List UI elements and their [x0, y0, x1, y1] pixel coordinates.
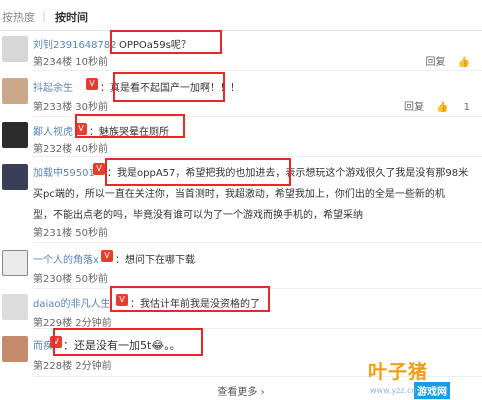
username[interactable]: daiao的非凡人生: [33, 295, 111, 310]
highlight-box: [113, 72, 225, 102]
comment-meta: 第232楼 40秒前: [33, 140, 108, 155]
avatar[interactable]: [2, 250, 28, 276]
watermark-url: www.yzz.cn: [370, 386, 417, 395]
avatar[interactable]: [2, 336, 28, 362]
avatar[interactable]: [2, 36, 28, 62]
comment-item: 抖起余生 V ：真是看不起国产一加啊！！！ 第233楼 30秒前 回复 👍 1: [0, 72, 482, 118]
highlight-box: [75, 114, 185, 138]
sort-separator: |: [42, 9, 46, 22]
floor-number: 第231楼: [33, 228, 73, 239]
sort-by-time[interactable]: 按时间: [55, 9, 88, 25]
comment-item: 一个人的角落x V ：想问下在哪下载 第230楼 50秒前: [0, 244, 482, 290]
comment-item: 刘钊2391648782 OPPOa59s呢？ 第234楼 10秒前 回复 👍: [0, 30, 482, 72]
timestamp: 50秒前: [75, 274, 109, 285]
like-button[interactable]: 👍 1: [436, 102, 470, 113]
floor-number: 第233楼: [33, 102, 73, 113]
watermark-sub: 游戏网: [414, 382, 450, 399]
comment-text: ：想问下在哪下载: [115, 255, 195, 266]
like-count: 1: [463, 102, 470, 113]
sort-bar: 按热度 | 按时间: [0, 0, 482, 31]
avatar[interactable]: [2, 164, 28, 190]
username[interactable]: 刘钊2391648782: [33, 36, 117, 51]
divider: [33, 70, 482, 71]
comment-meta: 第228楼 2分钟前: [33, 357, 112, 372]
timestamp: 40秒前: [75, 144, 109, 155]
timestamp: 10秒前: [75, 57, 109, 68]
username[interactable]: 抖起余生: [33, 79, 73, 94]
timestamp: 2分钟前: [75, 361, 112, 372]
comment-meta: 第231楼 50秒前: [33, 224, 108, 239]
avatar[interactable]: [2, 294, 28, 320]
like-button[interactable]: 👍: [458, 57, 470, 68]
comment-meta: 第230楼 50秒前: [33, 270, 108, 285]
highlight-box: [110, 30, 222, 54]
vip-badge: V: [86, 78, 98, 90]
username[interactable]: 加载中59501: [33, 164, 95, 179]
sort-by-heat[interactable]: 按热度: [2, 9, 35, 25]
site-watermark: 叶子猪 游戏网 www.yzz.cn: [360, 355, 482, 400]
reply-button[interactable]: 回复: [404, 102, 424, 113]
comment-actions: 回复 👍 1: [392, 98, 470, 113]
floor-number: 第234楼: [33, 57, 73, 68]
comment-text-line: 型，不能出点老的吗，毕竟没有谁可以为了一个游戏而换手机的，希望采纳: [33, 210, 363, 221]
reply-button[interactable]: 回复: [426, 57, 446, 68]
highlight-box: [53, 328, 203, 356]
floor-number: 第228楼: [33, 361, 73, 372]
vip-badge: V: [93, 163, 105, 175]
divider: [33, 242, 482, 243]
avatar[interactable]: [2, 122, 28, 148]
comment-text-line: 买pc端的，所以一直在关注你，当首测时，我超激动，希望我加上，你们出的全是一些新…: [33, 189, 445, 200]
highlight-box: [105, 158, 291, 186]
highlight-box: [110, 286, 270, 312]
username[interactable]: 鄙人视虎: [33, 123, 73, 138]
comment-item: 鄙人视虎 V ：魅族哭晕在厕所 第232楼 40秒前: [0, 118, 482, 158]
timestamp: 30秒前: [75, 102, 109, 113]
comment-meta: 第229楼 2分钟前: [33, 314, 112, 329]
floor-number: 第230楼: [33, 274, 73, 285]
timestamp: 50秒前: [75, 228, 109, 239]
floor-number: 第232楼: [33, 144, 73, 155]
comment-meta: 第234楼 10秒前: [33, 53, 108, 68]
avatar[interactable]: [2, 78, 28, 104]
divider: [33, 156, 482, 157]
comment-actions: 回复 👍: [414, 53, 470, 68]
username[interactable]: 一个人的角落x: [33, 251, 99, 266]
comment-meta: 第233楼 30秒前: [33, 98, 108, 113]
watermark-logo-text: 叶子猪: [368, 361, 429, 383]
vip-badge: V: [101, 250, 113, 262]
